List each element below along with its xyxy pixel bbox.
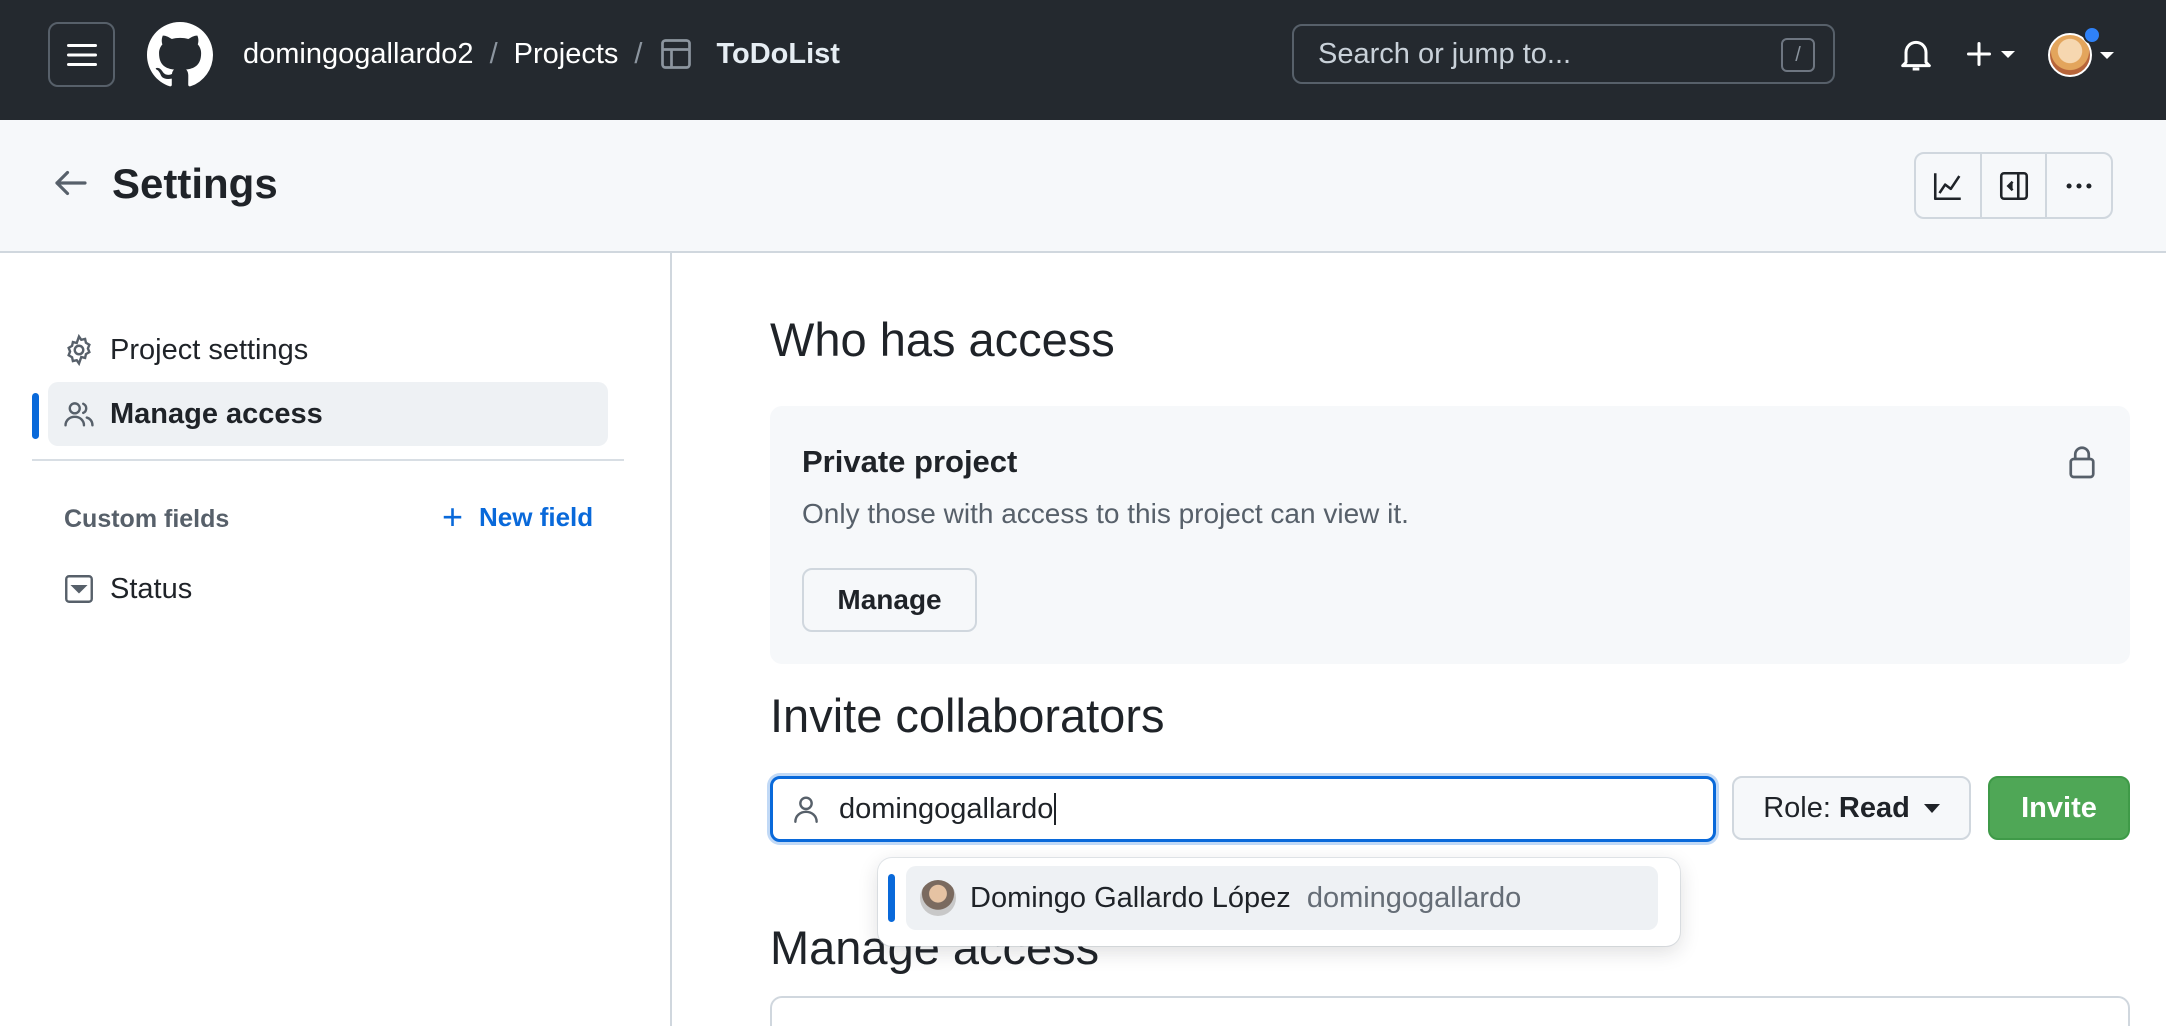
divider xyxy=(32,459,624,461)
triangle-down-icon xyxy=(1923,803,1940,813)
arrow-left-icon xyxy=(55,170,87,196)
sidebar-item-label: Project settings xyxy=(110,333,309,366)
custom-fields-heading: Custom fields xyxy=(64,505,230,533)
single-select-icon xyxy=(62,572,96,606)
hamburger-menu-button[interactable] xyxy=(48,22,115,87)
role-prefix: Role: xyxy=(1763,791,1831,824)
sidebar-item-project-settings[interactable]: Project settings xyxy=(48,318,608,382)
manage-access-list xyxy=(770,996,2130,1026)
gear-icon xyxy=(62,333,96,367)
header-toolbar xyxy=(1914,152,2113,219)
toggle-sidebar-button[interactable] xyxy=(1982,154,2048,217)
suggestion-login: domingogallardo xyxy=(1306,881,1522,914)
insights-button[interactable] xyxy=(1916,154,1982,217)
notification-dot xyxy=(2083,26,2101,44)
suggestions-dropdown: Domingo Gallardo López domingogallardo xyxy=(878,858,1680,946)
plus-icon: + xyxy=(442,496,464,537)
active-indicator xyxy=(888,874,895,922)
chevron-down-icon xyxy=(2001,51,2015,58)
plus-icon xyxy=(1966,41,1992,67)
search-placeholder: Search or jump to... xyxy=(1318,37,1572,70)
people-icon xyxy=(62,397,96,431)
breadcrumb-separator: / xyxy=(489,37,498,70)
role-dropdown[interactable]: Role: Read xyxy=(1732,776,1971,840)
invite-button[interactable]: Invite xyxy=(1988,776,2130,840)
sidebar-item-label: Manage access xyxy=(110,397,323,430)
sidebar-item-manage-access[interactable]: Manage access xyxy=(48,382,608,446)
private-project-description: Only those with access to this project c… xyxy=(802,498,1409,529)
hamburger-icon xyxy=(66,43,97,66)
new-field-label: New field xyxy=(479,501,594,532)
invite-input-value: domingogallardo xyxy=(839,792,1054,825)
bell-icon xyxy=(1901,40,1931,71)
invite-search-input[interactable]: domingogallardo xyxy=(770,776,1716,842)
top-navigation-bar: domingogallardo2 / Projects / ToDoList S… xyxy=(0,0,2166,120)
back-button[interactable] xyxy=(50,162,92,204)
avatar xyxy=(920,880,956,916)
active-indicator xyxy=(32,393,39,439)
suggestion-name: Domingo Gallardo López xyxy=(970,881,1291,914)
who-has-access-heading: Who has access xyxy=(770,313,1115,366)
github-logo[interactable] xyxy=(147,22,213,88)
breadcrumb-projects-link[interactable]: Projects xyxy=(514,38,619,71)
graph-icon xyxy=(1933,172,1961,200)
role-value: Read xyxy=(1838,791,1910,824)
chevron-down-icon xyxy=(2100,52,2114,59)
sidebar-item-label: Status xyxy=(110,572,193,605)
breadcrumb-separator: / xyxy=(634,37,643,70)
breadcrumb-owner-link[interactable]: domingogallardo2 xyxy=(243,38,474,71)
table-icon xyxy=(658,36,694,72)
lock-icon xyxy=(2066,444,2098,480)
notifications-button[interactable] xyxy=(1896,34,1936,74)
manage-visibility-button[interactable]: Manage xyxy=(802,568,977,632)
private-project-card: Private project Only those with access t… xyxy=(770,406,2130,664)
search-shortcut-hint: / xyxy=(1781,38,1815,72)
suggestion-item[interactable]: Domingo Gallardo López domingogallardo xyxy=(906,866,1658,930)
sidebar-collapse-icon xyxy=(1999,171,2028,200)
private-project-title: Private project xyxy=(802,444,1018,479)
create-new-dropdown[interactable] xyxy=(1965,34,2025,74)
breadcrumb-project-link[interactable]: ToDoList xyxy=(716,38,840,71)
invite-collaborators-heading: Invite collaborators xyxy=(770,689,1165,742)
person-icon xyxy=(789,792,823,826)
settings-sidebar: Project settings Manage access Custom fi… xyxy=(0,253,672,1026)
text-caret xyxy=(1054,793,1057,825)
new-field-button[interactable]: + New field xyxy=(442,499,593,535)
page-title: Settings xyxy=(112,160,278,207)
settings-header: Settings xyxy=(0,120,2166,253)
sidebar-item-status-field[interactable]: Status xyxy=(48,557,608,621)
search-input[interactable]: Search or jump to... / xyxy=(1292,24,1835,84)
kebab-icon xyxy=(2066,182,2092,189)
breadcrumb: domingogallardo2 / Projects / ToDoList xyxy=(243,32,840,76)
more-options-button[interactable] xyxy=(2047,154,2111,217)
